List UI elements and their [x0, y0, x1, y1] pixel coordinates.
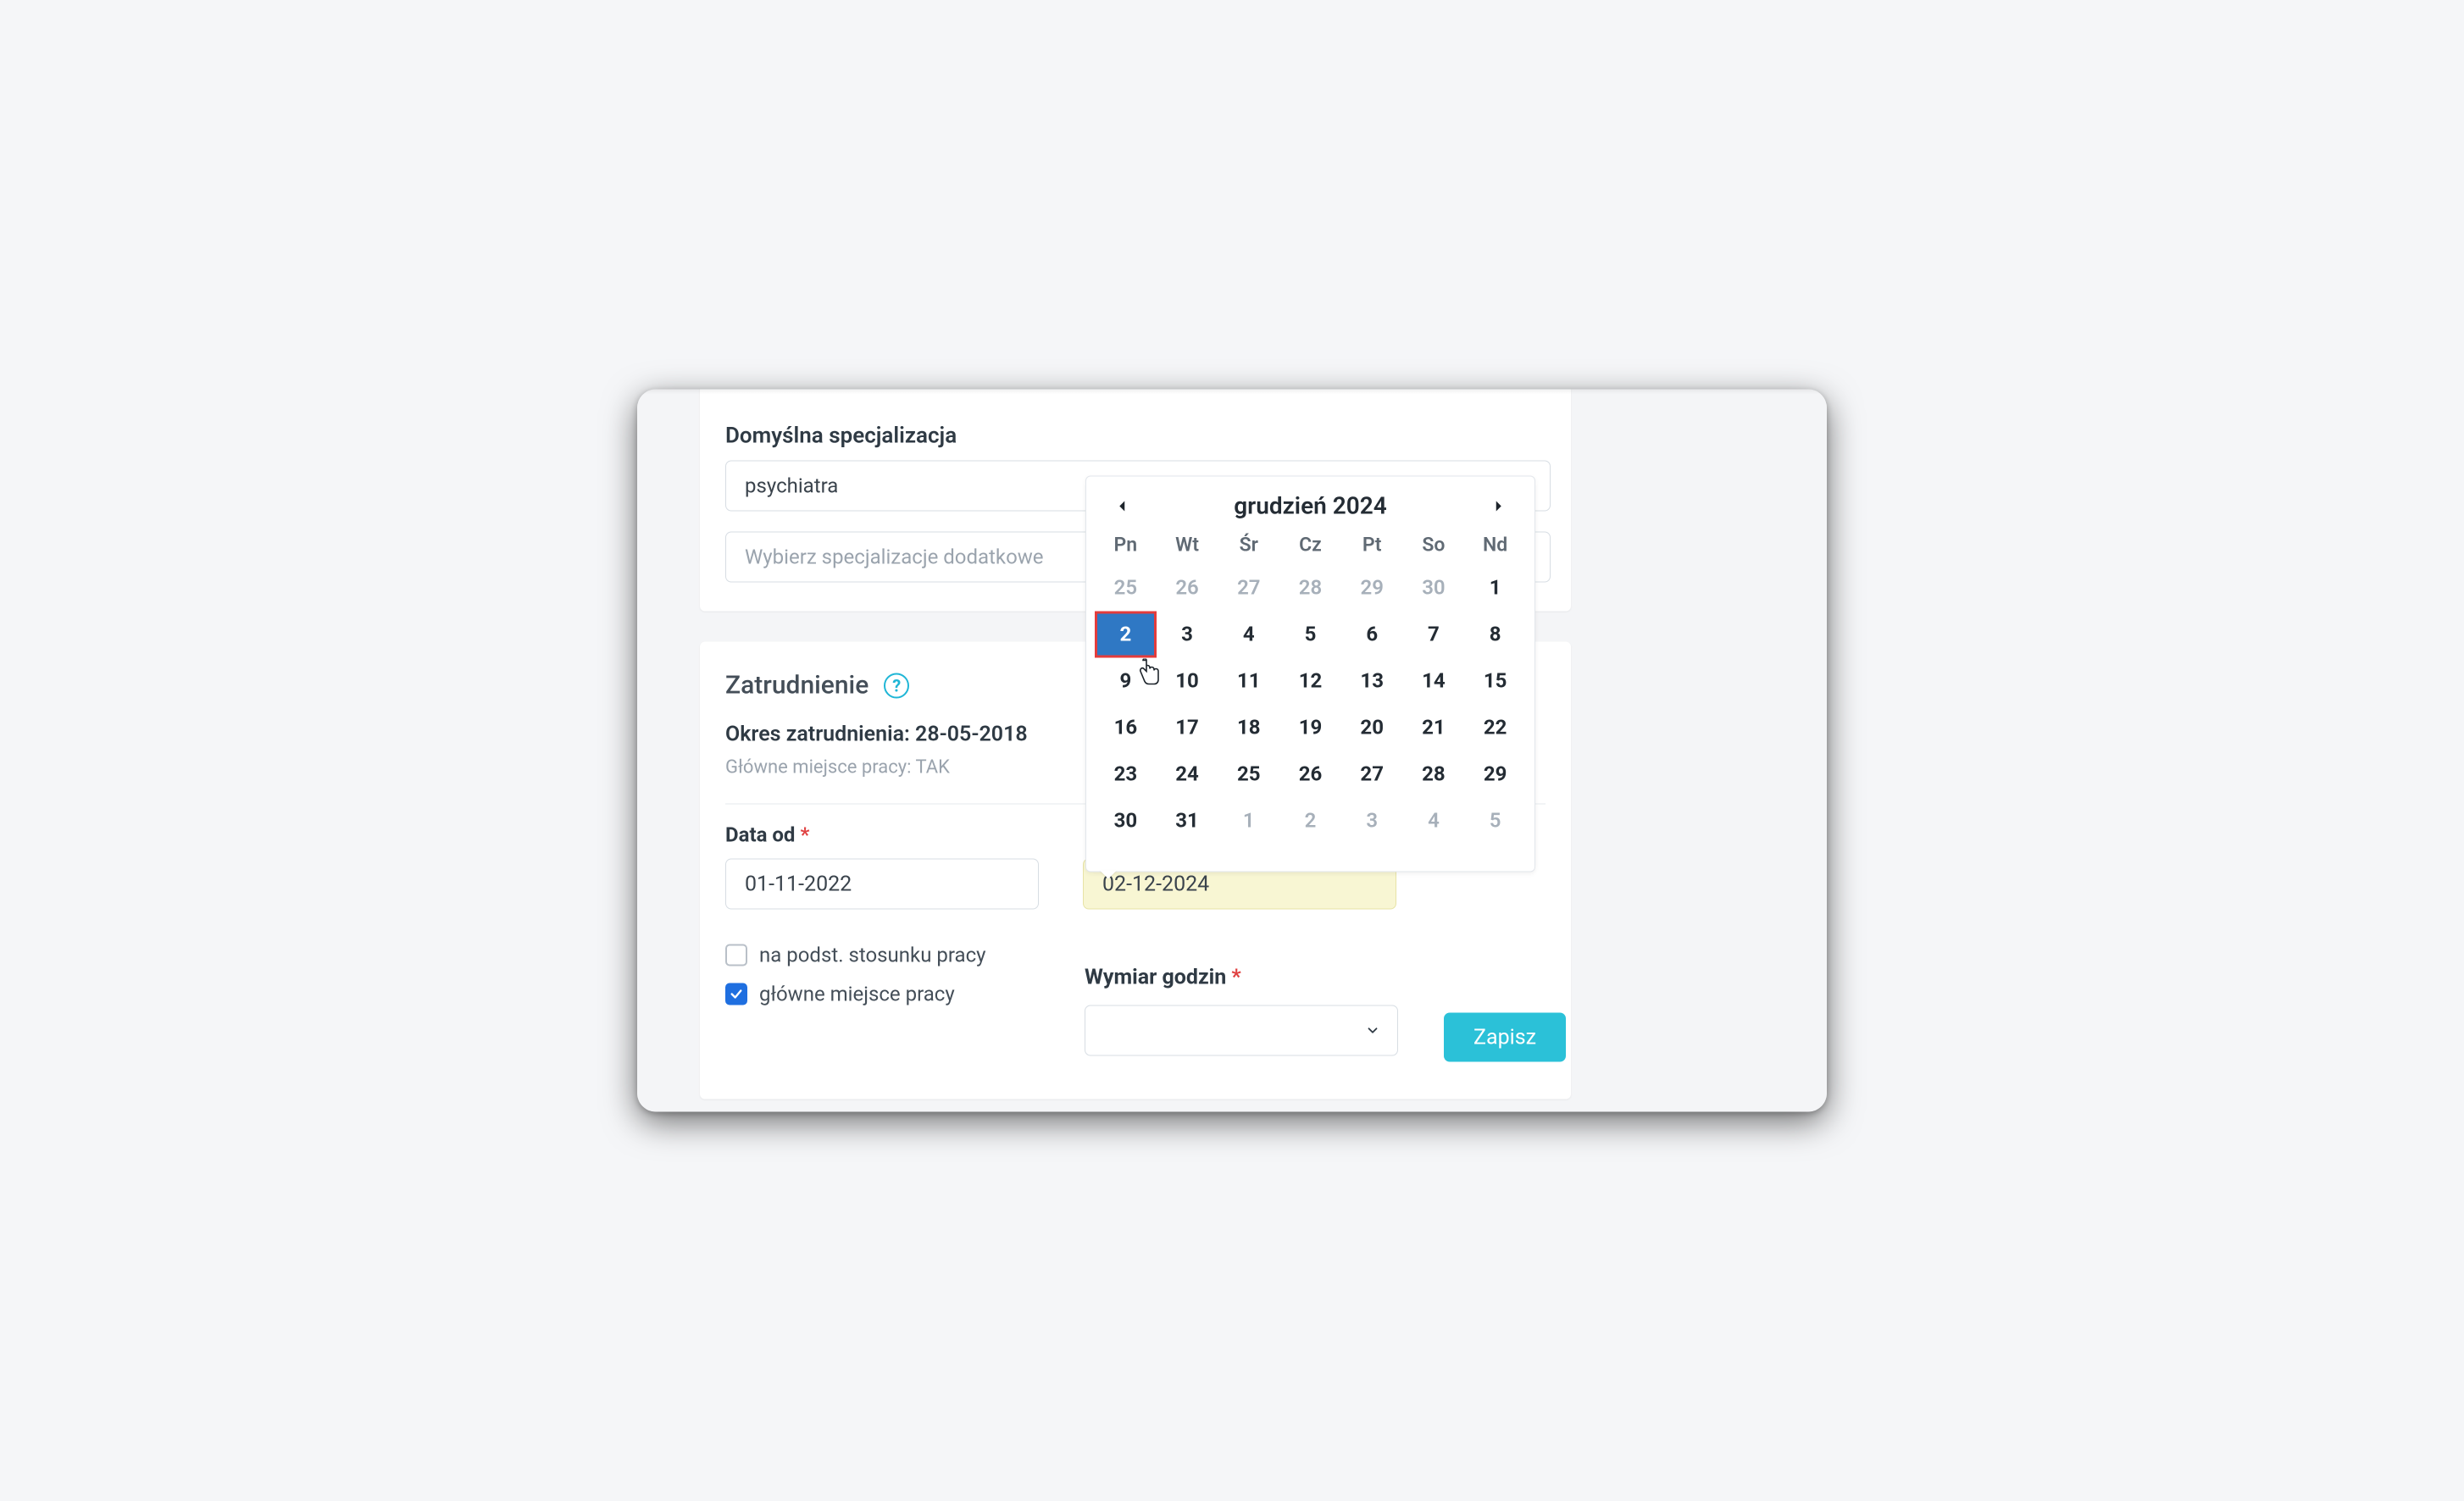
datepicker-day[interactable]: 18	[1218, 705, 1279, 751]
datepicker-day[interactable]: 26	[1279, 751, 1341, 798]
datepicker-day[interactable]: 21	[1403, 705, 1465, 751]
datepicker-day[interactable]: 15	[1464, 658, 1526, 705]
employment-title: Zatrudnienie	[725, 671, 869, 701]
datepicker-day[interactable]: 28	[1279, 565, 1341, 612]
datepicker-day[interactable]: 30	[1403, 565, 1465, 612]
hours-label: Wymiar godzin*	[1085, 966, 1398, 990]
datepicker-day[interactable]: 29	[1464, 751, 1526, 798]
datepicker-day[interactable]: 20	[1341, 705, 1403, 751]
datepicker-day[interactable]: 5	[1464, 798, 1526, 845]
datepicker-dow: Cz	[1279, 527, 1341, 565]
spec-label: Domyślna specjalizacja	[725, 424, 1546, 449]
datepicker-day[interactable]: 16	[1095, 705, 1157, 751]
datepicker-day[interactable]: 31	[1157, 798, 1218, 845]
datepicker-day[interactable]: 4	[1403, 798, 1465, 845]
datepicker-day[interactable]: 27	[1218, 565, 1279, 612]
datepicker: grudzień 2024 PnWtŚrCzPtSoNd 25262728293…	[1085, 476, 1535, 872]
chevron-right-icon	[1490, 496, 1506, 515]
checkbox-checked-icon	[725, 983, 747, 1005]
datepicker-dow: Nd	[1464, 527, 1526, 565]
help-icon[interactable]: ?	[884, 673, 909, 698]
datepicker-day[interactable]: 4	[1218, 612, 1279, 658]
chevron-down-icon	[1365, 1023, 1380, 1039]
checkbox-contract[interactable]: na podst. stosunku pracy	[725, 944, 1546, 967]
spec-additional-placeholder: Wybierz specjalizacje dodatkowe	[745, 546, 1044, 569]
datepicker-day[interactable]: 22	[1464, 705, 1526, 751]
date-from-input[interactable]: 01-11-2022	[725, 859, 1039, 910]
datepicker-day[interactable]: 3	[1157, 612, 1218, 658]
datepicker-day[interactable]: 2	[1279, 798, 1341, 845]
datepicker-day[interactable]: 13	[1341, 658, 1403, 705]
required-marker: *	[800, 823, 809, 847]
datepicker-arrow-icon	[1100, 871, 1117, 879]
datepicker-day[interactable]: 11	[1218, 658, 1279, 705]
datepicker-day[interactable]: 17	[1157, 705, 1218, 751]
datepicker-day[interactable]: 3	[1341, 798, 1403, 845]
datepicker-day[interactable]: 2	[1095, 612, 1157, 658]
datepicker-day[interactable]: 5	[1279, 612, 1341, 658]
datepicker-day[interactable]: 23	[1095, 751, 1157, 798]
datepicker-day[interactable]: 25	[1095, 565, 1157, 612]
save-button[interactable]: Zapisz	[1444, 1013, 1566, 1062]
required-marker: *	[1231, 966, 1240, 990]
datepicker-day[interactable]: 30	[1095, 798, 1157, 845]
datepicker-day[interactable]: 29	[1341, 565, 1403, 612]
datepicker-day[interactable]: 10	[1157, 658, 1218, 705]
datepicker-day[interactable]: 25	[1218, 751, 1279, 798]
datepicker-day[interactable]: 28	[1403, 751, 1465, 798]
datepicker-next-button[interactable]	[1487, 495, 1509, 517]
hours-field: Wymiar godzin*	[1085, 966, 1398, 1056]
datepicker-dow: Wt	[1157, 527, 1218, 565]
datepicker-dow: So	[1403, 527, 1465, 565]
date-from-label: Data od*	[725, 823, 1039, 847]
datepicker-day[interactable]: 1	[1464, 565, 1526, 612]
datepicker-dow: Pt	[1341, 527, 1403, 565]
datepicker-dow: Pn	[1095, 527, 1157, 565]
datepicker-dow: Śr	[1218, 527, 1279, 565]
datepicker-day[interactable]: 6	[1341, 612, 1403, 658]
datepicker-month-title[interactable]: grudzień 2024	[1234, 492, 1386, 520]
datepicker-day[interactable]: 12	[1279, 658, 1341, 705]
datepicker-day[interactable]: 7	[1403, 612, 1465, 658]
datepicker-day[interactable]: 24	[1157, 751, 1218, 798]
datepicker-day[interactable]: 14	[1403, 658, 1465, 705]
datepicker-day[interactable]: 8	[1464, 612, 1526, 658]
chevron-left-icon	[1115, 496, 1130, 515]
datepicker-day[interactable]: 26	[1157, 565, 1218, 612]
spec-main-value: psychiatra	[745, 474, 838, 498]
datepicker-day[interactable]: 27	[1341, 751, 1403, 798]
datepicker-prev-button[interactable]	[1112, 495, 1134, 517]
datepicker-day[interactable]: 19	[1279, 705, 1341, 751]
checkbox-unchecked-icon	[725, 944, 747, 967]
datepicker-day[interactable]: 9	[1095, 658, 1157, 705]
datepicker-day[interactable]: 1	[1218, 798, 1279, 845]
hours-select[interactable]	[1085, 1005, 1398, 1056]
